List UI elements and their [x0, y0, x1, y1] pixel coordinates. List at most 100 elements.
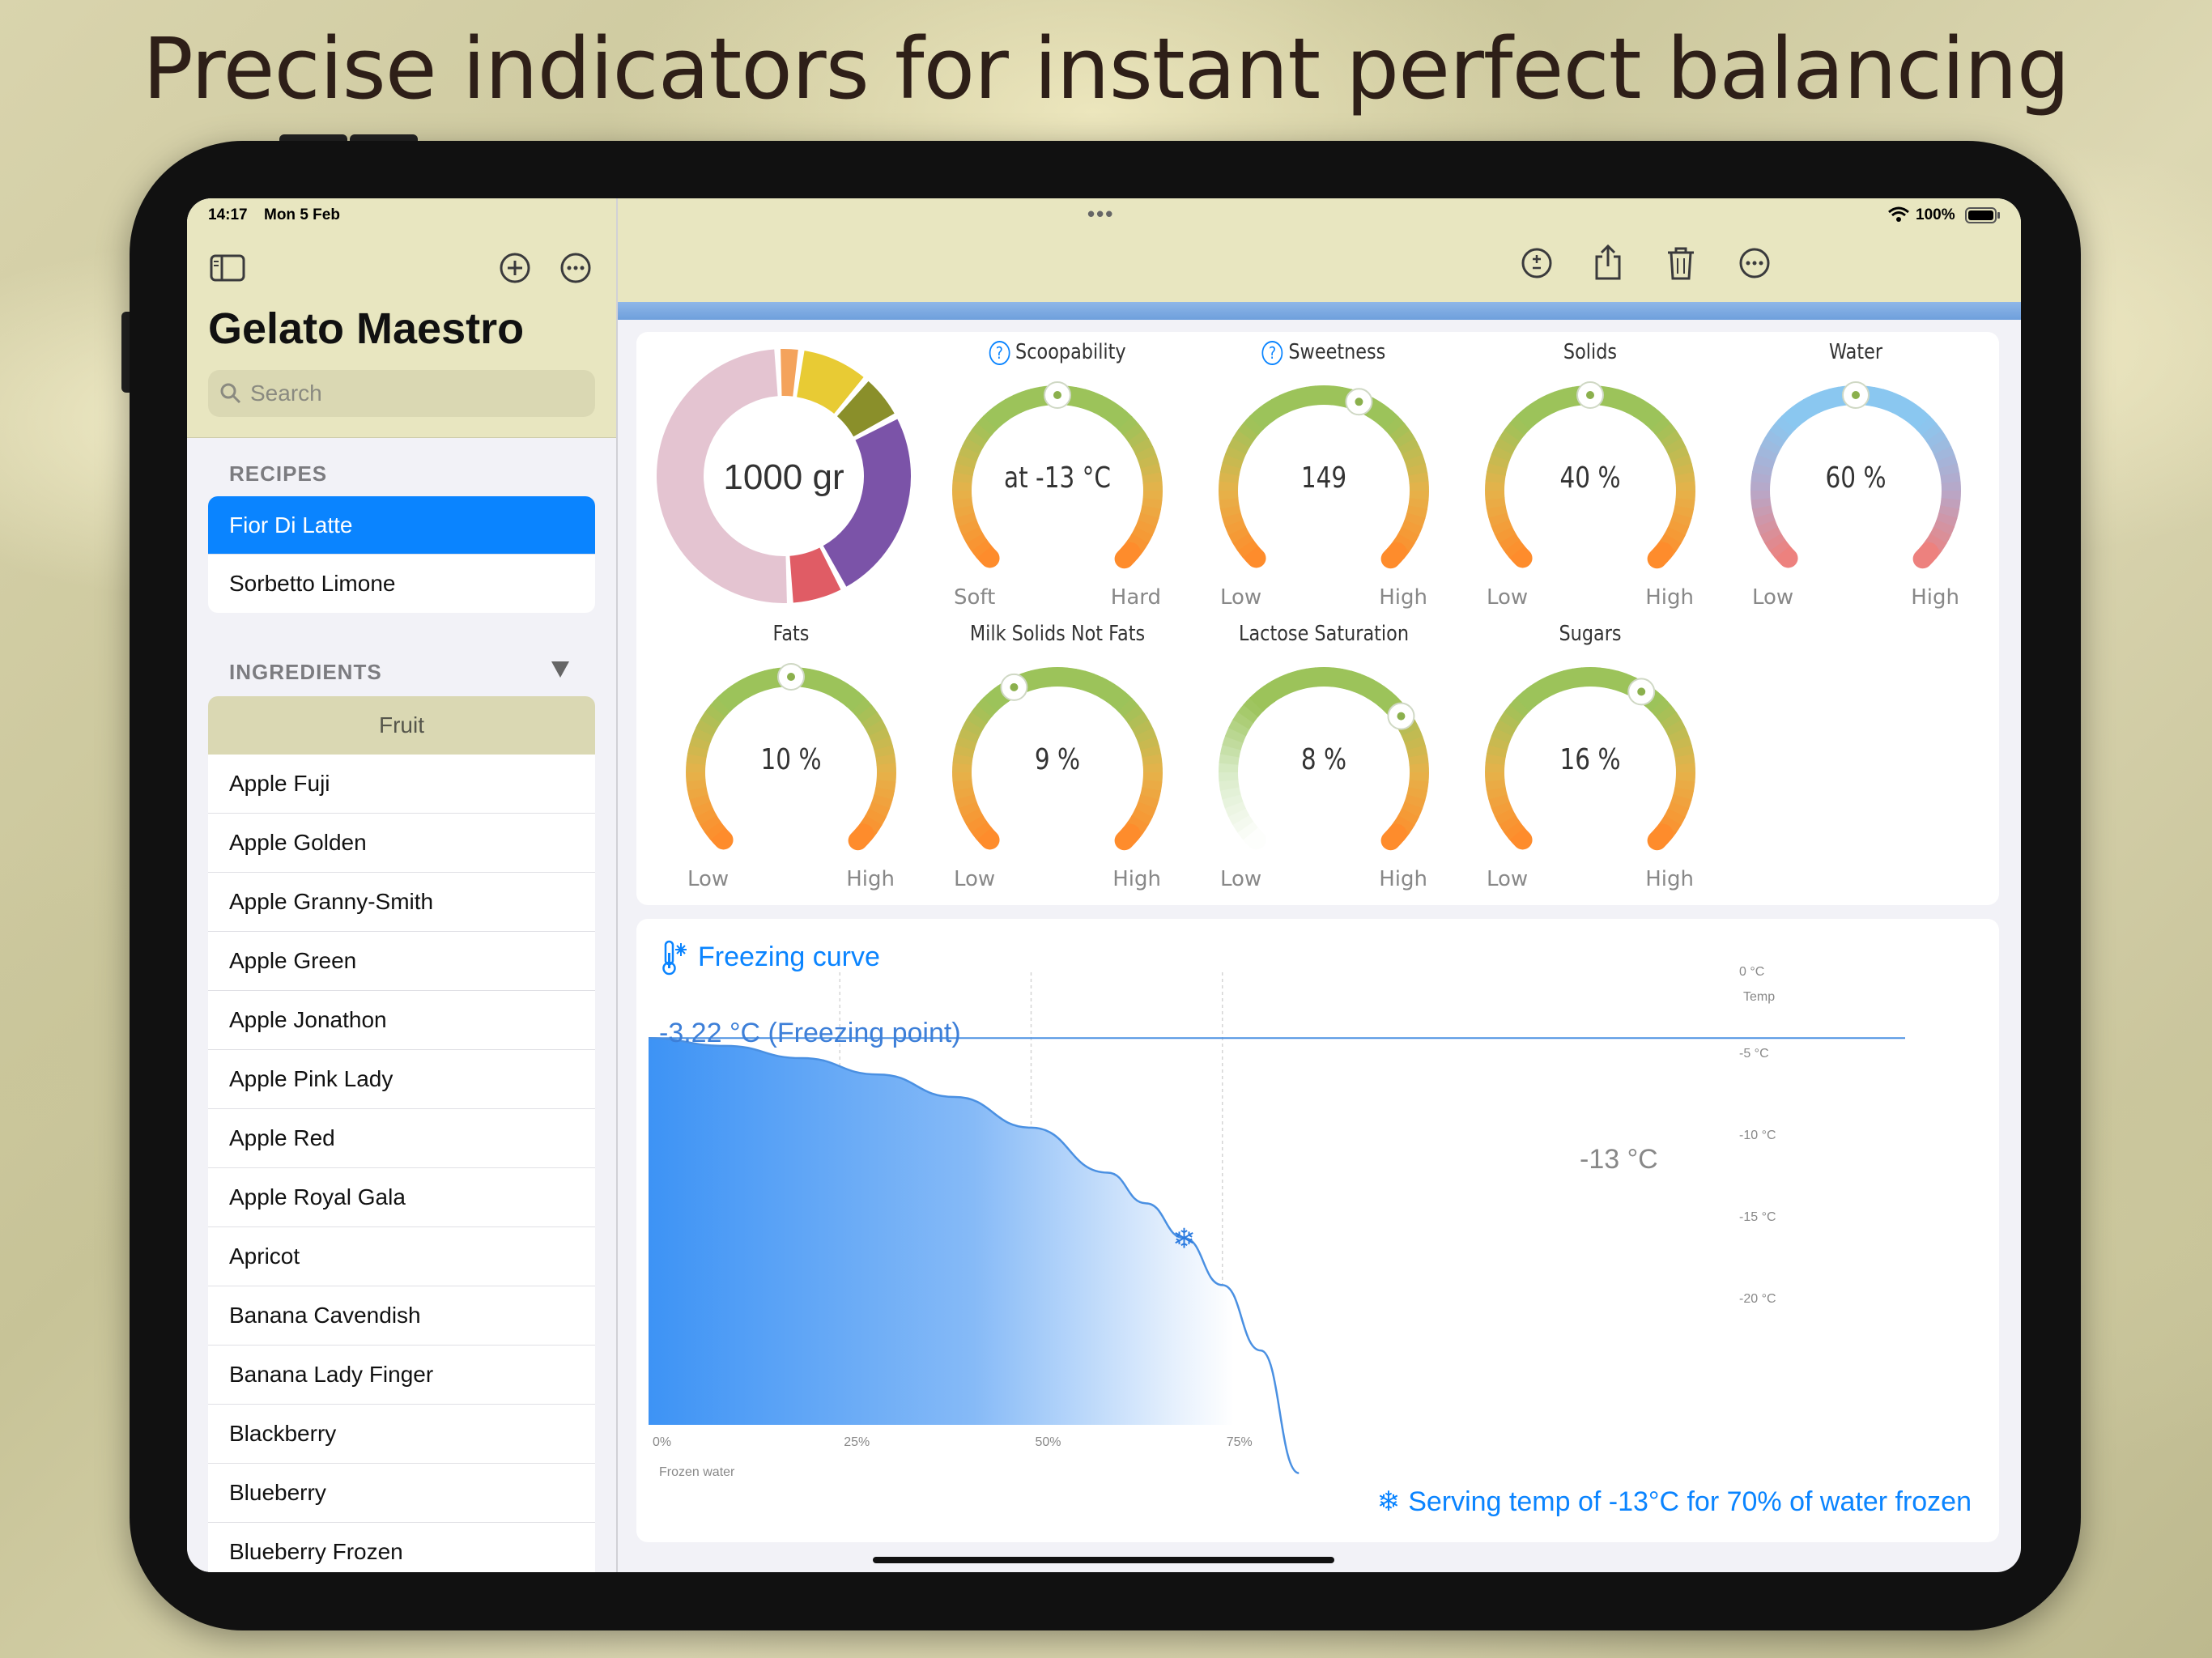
gauge-arc-segment [1240, 541, 1266, 568]
search-input[interactable]: Search [208, 370, 595, 417]
gauge-arc-segment [1142, 780, 1163, 792]
gauge-arc-segment [1495, 718, 1516, 737]
gauge-arc-segment [1224, 726, 1247, 743]
gauge-arc-segment [965, 814, 988, 833]
help-icon[interactable]: ? [989, 340, 1010, 365]
app-screen: Gelato Maestro Search RECIPES Fior Di La… [187, 198, 2021, 1572]
gauge-arc-segment [1228, 436, 1250, 455]
ingredient-item[interactable]: Apricot [208, 1227, 595, 1286]
ingredient-item[interactable]: Apple Red [208, 1109, 595, 1168]
gauge-arc-segment [1030, 668, 1044, 690]
gauge-arc-segment [973, 823, 1000, 850]
ingredient-item[interactable]: Apple Granny-Smith [208, 873, 595, 932]
ingredient-item[interactable]: Apple Jonathon [208, 991, 595, 1050]
gauge-msnf[interactable]: Milk Solids Not Fats 9 % Low High [936, 622, 1179, 905]
gauge-arc-segment [710, 697, 731, 717]
gauge-arc-segment [1039, 667, 1051, 688]
gauge-sweetness[interactable]: ? Sweetness 149 Low High [1202, 340, 1445, 623]
gauge-arc-segment [1769, 422, 1791, 442]
gauge-arc-segment [1589, 667, 1601, 687]
recipe-item[interactable]: Fior Di Latte [208, 496, 595, 555]
donut-segment [781, 349, 798, 397]
gauge-arc-segment [1499, 711, 1521, 730]
gauge-arc-segment [1219, 497, 1240, 509]
gauge-arc-segment [1664, 808, 1686, 827]
home-indicator[interactable] [873, 1557, 1334, 1563]
triangle-down-icon[interactable] [551, 661, 569, 678]
y-tick-label: -20 °C [1739, 1292, 1776, 1306]
gauge-arc-segment [827, 677, 845, 699]
ingredient-item[interactable]: Apple Royal Gala [208, 1168, 595, 1227]
ingredient-item[interactable]: Apple Pink Lady [208, 1050, 595, 1109]
gauge-arc-segment [806, 668, 819, 690]
gauge-arc-segment [1885, 391, 1902, 414]
gauge-high-label: High [1379, 867, 1427, 891]
ingredient-item[interactable]: Banana Lady Finger [208, 1346, 595, 1405]
gauge-arc-segment [1087, 391, 1104, 414]
gauge-lactose[interactable]: Lactose Saturation 8 % Low High [1202, 622, 1445, 905]
gauge-arc-segment [1674, 498, 1695, 510]
freezing-curve-chart[interactable]: ❄ [636, 919, 1999, 1542]
gauge-solids[interactable]: Solids 40 % Low High [1469, 340, 1712, 623]
gauge-arc-segment [1138, 512, 1159, 528]
ingredient-item[interactable]: Apple Fuji [208, 755, 595, 814]
gauge-arc-segment [962, 718, 984, 737]
split-divider[interactable] [616, 198, 618, 1572]
x-tick-label: 25% [844, 1435, 870, 1449]
ingredient-item[interactable]: Apple Golden [208, 814, 595, 873]
gauge-value: 40 % [1559, 461, 1621, 495]
gauge-scoopability[interactable]: ? Scoopability at -13 °C Soft Hard [936, 340, 1179, 623]
gauge-arc-segment [971, 422, 993, 442]
y-tick-label: -15 °C [1739, 1210, 1776, 1224]
gauge-arc-segment [1775, 415, 1796, 436]
plus-minus-icon[interactable] [1521, 247, 1553, 279]
gauge-arc-segment [704, 820, 725, 840]
gauge-arc-segment [1522, 403, 1542, 425]
x-tick-label: 0% [653, 1435, 672, 1449]
gauge-arc-segment [1940, 498, 1961, 510]
gauge-arc-segment [961, 525, 984, 543]
search-icon [220, 383, 241, 404]
category-header[interactable]: Fruit [208, 696, 595, 755]
help-icon[interactable]: ? [1261, 340, 1283, 365]
trash-icon[interactable] [1666, 245, 1695, 281]
gauge-arc-segment [1224, 444, 1247, 461]
y-axis-title: Temp [1743, 990, 1776, 1004]
gauge-arc-segment [695, 807, 717, 825]
gauge-sugars[interactable]: Sugars 16 % Low High [1469, 622, 1712, 905]
sidebar-toggle-icon[interactable] [210, 253, 245, 283]
search-placeholder: Search [250, 380, 322, 406]
ingredient-item[interactable]: Banana Cavendish [208, 1286, 595, 1346]
gauge-arc-segment [1750, 497, 1772, 509]
gauge-arc-segment [1929, 438, 1952, 456]
gauge-arc-segment [704, 704, 726, 724]
ingredient-item[interactable]: Apple Green [208, 932, 595, 991]
gauge-arc-segment [1366, 399, 1385, 421]
gauge-arc-segment [953, 786, 975, 800]
gauge-arc-segment [851, 698, 873, 718]
share-icon[interactable] [1593, 244, 1623, 281]
gauge-arc-segment [1756, 444, 1779, 461]
ingredient-item[interactable]: Blueberry [208, 1464, 595, 1523]
more-icon[interactable] [1738, 247, 1771, 279]
gauge-arc-segment [871, 794, 893, 810]
gauge-fats[interactable]: Fats 10 % Low High [670, 622, 912, 905]
recipe-item[interactable]: Sorbetto Limone [208, 555, 595, 613]
ingredient-item[interactable]: Blackberry [208, 1405, 595, 1464]
gauge-arc-segment [1114, 823, 1141, 851]
gauge-arc-segment [962, 436, 984, 455]
gauge-water[interactable]: Water 60 % Low High [1734, 340, 1977, 623]
gauge-arc-segment [865, 720, 887, 738]
add-icon[interactable] [499, 252, 531, 284]
more-icon[interactable] [559, 252, 592, 284]
gauge-arc-segment [1219, 504, 1241, 518]
gauge-arc-segment [1933, 520, 1955, 537]
gauge-arc-segment [1065, 667, 1077, 688]
ingredient-item[interactable]: Blueberry Frozen [208, 1523, 595, 1572]
gauge-arc-segment [1554, 670, 1569, 692]
gauge-arc-segment [691, 726, 714, 743]
gauge-arc-segment [1224, 801, 1246, 817]
gauge-arc-segment [1503, 820, 1525, 840]
multitask-icon[interactable]: ••• [1087, 202, 1114, 227]
gauge-arc-segment [1763, 532, 1786, 551]
